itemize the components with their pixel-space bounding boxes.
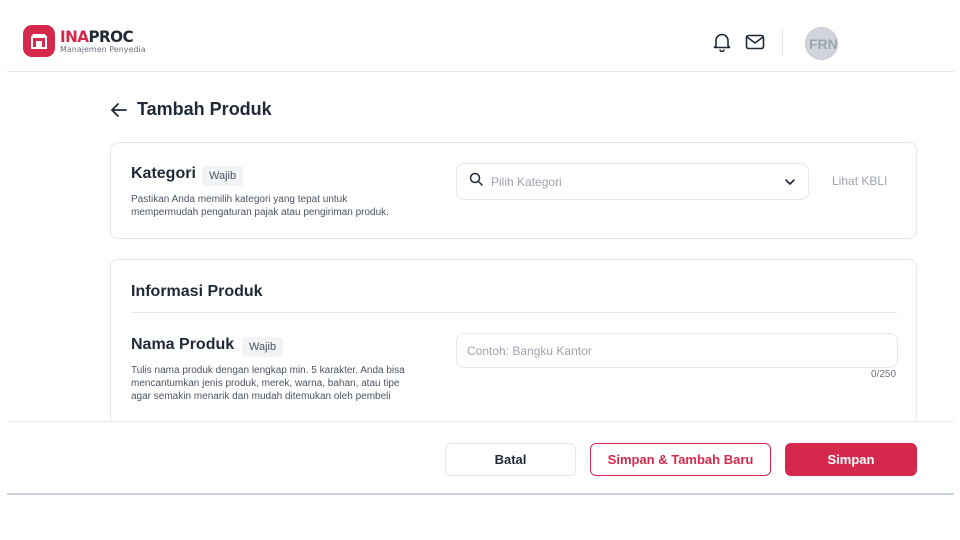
logo-brand-ina: INA (60, 27, 89, 46)
logo-icon (23, 25, 55, 57)
logo-subtitle: Manajemen Penyedia (60, 45, 146, 54)
section-divider (131, 312, 897, 313)
kategori-title: Kategori (131, 165, 196, 182)
nama-produk-label: Nama Produk (131, 336, 235, 353)
kategori-card: Kategori Wajib Pastikan Anda memilih kat… (110, 142, 917, 239)
mail-icon[interactable] (745, 32, 765, 52)
informasi-produk-title: Informasi Produk (131, 283, 263, 300)
kategori-select-placeholder: Pilih Kategori (491, 174, 562, 189)
top-header: INAPROC Manajemen Penyedia FRN (7, 0, 954, 72)
back-arrow-icon[interactable] (110, 100, 130, 120)
logo-brand-proc: PROC (88, 27, 134, 46)
logo-brand-text: INAPROC (60, 28, 141, 45)
kategori-required-badge: Wajib (202, 166, 244, 186)
nama-produk-description: Tulis nama produk dengan lengkap min. 5 … (131, 365, 405, 402)
informasi-produk-card: Informasi Produk Nama Produk Wajib Tulis… (110, 259, 917, 439)
kategori-description: Pastikan Anda memilih kategori yang tepa… (131, 194, 389, 218)
search-icon (469, 172, 483, 191)
lihat-kbli-link[interactable]: Lihat KBLI (832, 174, 887, 188)
nama-produk-input[interactable] (456, 333, 898, 368)
avatar[interactable]: FRN (805, 27, 838, 60)
action-footer: Batal Simpan & Tambah Baru Simpan (7, 421, 954, 495)
nama-produk-char-counter: 0/250 (871, 369, 897, 380)
page-title-row: Tambah Produk (110, 99, 272, 120)
page-title: Tambah Produk (137, 99, 272, 119)
cancel-button[interactable]: Batal (445, 443, 576, 476)
inaproc-logo[interactable]: INAPROC Manajemen Penyedia (23, 25, 146, 57)
header-divider (782, 28, 783, 56)
save-button[interactable]: Simpan (785, 443, 917, 476)
chevron-down-icon (784, 173, 796, 191)
save-and-add-new-button[interactable]: Simpan & Tambah Baru (590, 443, 771, 476)
bell-icon[interactable] (712, 32, 732, 52)
nama-produk-required-badge: Wajib (242, 337, 284, 357)
kategori-select[interactable]: Pilih Kategori (456, 163, 809, 200)
